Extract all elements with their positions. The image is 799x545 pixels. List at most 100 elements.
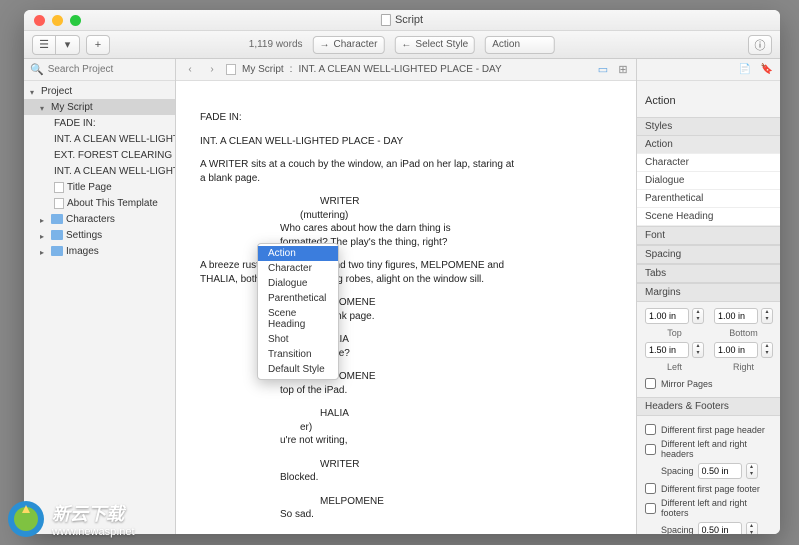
sp-parenthetical: er)	[300, 421, 612, 435]
breadcrumb-scene[interactable]: INT. A CLEAN WELL-LIGHTED PLACE - DAY	[298, 64, 501, 75]
watermark: 新云下载 www.newasp.net	[6, 499, 135, 539]
margin-left-input[interactable]	[645, 342, 689, 358]
margin-right-label: Right	[714, 362, 773, 372]
editor-area: ‹ › My Script : INT. A CLEAN WELL-LIGHTE…	[176, 59, 636, 534]
diff-first-footer-checkbox[interactable]	[645, 483, 656, 494]
context-menu-item[interactable]: Shot	[258, 332, 338, 347]
layout-button[interactable]: ▾	[56, 35, 80, 55]
context-menu-item[interactable]: Action	[258, 246, 338, 261]
footer-spacing-input[interactable]	[698, 522, 742, 534]
tree-doc[interactable]: INT. A CLEAN WELL-LIGHT…	[24, 131, 175, 147]
notes-tab-icon[interactable]: 📄	[738, 63, 752, 77]
margin-left-label: Left	[645, 362, 704, 372]
tree-root[interactable]: Project	[24, 83, 175, 99]
index-card-icon[interactable]: ▭	[596, 63, 610, 77]
sidebar-toggle-button[interactable]: ☰	[32, 35, 56, 55]
style-item[interactable]: Character	[637, 154, 780, 172]
sp-action: top of the iPad.	[280, 384, 480, 398]
margin-right-input[interactable]	[714, 342, 758, 358]
tree-folder[interactable]: Characters	[24, 211, 175, 227]
margin-left-stepper[interactable]: ▴▾	[645, 342, 704, 358]
stepper-buttons[interactable]: ▴▾	[692, 308, 704, 324]
font-section-header[interactable]: Font	[637, 226, 780, 245]
margin-bottom-label: Bottom	[714, 328, 773, 338]
tree-folder[interactable]: My Script	[24, 99, 175, 115]
tree-doc[interactable]: EXT. FOREST CLEARING - DAY	[24, 147, 175, 163]
stepper-buttons[interactable]: ▴▾	[692, 342, 704, 358]
context-menu-item[interactable]: Scene Heading	[258, 306, 338, 332]
inspector-tabs: 📄 🔖	[637, 59, 780, 81]
element-selector[interactable]: Action	[485, 36, 555, 54]
context-menu-item[interactable]: Transition	[258, 347, 338, 362]
watermark-logo-icon	[6, 499, 46, 539]
titlebar: Script	[24, 10, 780, 31]
margins-section-header[interactable]: Margins	[637, 283, 780, 302]
stepper-buttons[interactable]: ▴▾	[746, 463, 758, 479]
sp-dialogue: u're not writing,	[280, 434, 480, 448]
style-item[interactable]: Parenthetical	[637, 190, 780, 208]
styles-section-header[interactable]: Styles	[637, 117, 780, 136]
stepper-buttons[interactable]: ▴▾	[761, 342, 773, 358]
diff-first-header-checkbox[interactable]	[645, 424, 656, 435]
headers-footers-section-header[interactable]: Headers & Footers	[637, 397, 780, 416]
toolbar-center: 1,119 words →Character ←Select Style Act…	[249, 36, 555, 54]
margin-bottom-stepper[interactable]: ▴▾	[714, 308, 773, 324]
binder-sidebar: 🔍 Project My Script FADE IN: INT. A CLEA…	[24, 59, 176, 534]
tree-doc[interactable]: About This Template	[24, 195, 175, 211]
info-button[interactable]: ⓘ	[748, 35, 772, 55]
style-item[interactable]: Scene Heading	[637, 208, 780, 226]
editor-page[interactable]: FADE IN: INT. A CLEAN WELL-LIGHTED PLACE…	[176, 81, 636, 534]
stepper-buttons[interactable]: ▴▾	[761, 308, 773, 324]
tabs-section-header[interactable]: Tabs	[637, 264, 780, 283]
mirror-pages-checkbox[interactable]	[645, 378, 656, 389]
tree-doc[interactable]: INT. A CLEAN WELL-LIGHT…	[24, 163, 175, 179]
sp-parenthetical: (muttering)	[300, 209, 612, 223]
disclosure-icon[interactable]	[40, 103, 48, 111]
sp-character: MELPOMENE	[320, 495, 612, 509]
margin-top-label: Top	[645, 328, 704, 338]
nav-forward-button[interactable]: ›	[204, 62, 220, 78]
sp-dialogue: So sad.	[280, 508, 480, 522]
context-menu-item[interactable]: Dialogue	[258, 276, 338, 291]
close-button[interactable]	[34, 15, 45, 26]
diff-lr-footer-checkbox[interactable]	[645, 503, 656, 514]
disclosure-icon[interactable]	[40, 247, 48, 255]
header-spacing-input[interactable]	[698, 463, 742, 479]
add-button[interactable]: +	[86, 35, 110, 55]
toolbar: ☰ ▾ + 1,119 words →Character ←Select Sty…	[24, 31, 780, 59]
context-menu-item[interactable]: Character	[258, 261, 338, 276]
maximize-button[interactable]	[70, 15, 81, 26]
app-window: Script ☰ ▾ + 1,119 words →Character ←Sel…	[24, 10, 780, 534]
sp-scene-heading: INT. A CLEAN WELL-LIGHTED PLACE - DAY	[200, 135, 520, 149]
stepper-buttons[interactable]: ▴▾	[746, 522, 758, 534]
style-selector[interactable]: ←Select Style	[394, 36, 475, 54]
disclosure-icon[interactable]	[40, 231, 48, 239]
context-menu-item[interactable]: Parenthetical	[258, 291, 338, 306]
bookmarks-tab-icon[interactable]: 🔖	[760, 63, 774, 77]
margin-right-stepper[interactable]: ▴▾	[714, 342, 773, 358]
search-input[interactable]	[48, 64, 180, 75]
tree-doc[interactable]: FADE IN:	[24, 115, 175, 131]
style-item[interactable]: Action	[637, 136, 780, 154]
margin-bottom-input[interactable]	[714, 308, 758, 324]
section-selector[interactable]: →Character	[313, 36, 385, 54]
split-view-icon[interactable]: ⊞	[616, 63, 630, 77]
minimize-button[interactable]	[52, 15, 63, 26]
tree-doc[interactable]: Title Page	[24, 179, 175, 195]
window-title: Script	[381, 14, 423, 26]
page-icon	[226, 64, 236, 75]
tree-folder[interactable]: Settings	[24, 227, 175, 243]
tree-folder[interactable]: Images	[24, 243, 175, 259]
style-item[interactable]: Dialogue	[637, 172, 780, 190]
spacing-section-header[interactable]: Spacing	[637, 245, 780, 264]
diff-lr-header-checkbox[interactable]	[645, 444, 656, 455]
inspector-body: Action Styles Action Character Dialogue …	[637, 81, 780, 534]
sp-character: WRITER	[320, 458, 612, 472]
nav-back-button[interactable]: ‹	[182, 62, 198, 78]
breadcrumb-doc[interactable]: My Script	[242, 64, 284, 75]
context-menu-item[interactable]: Default Style	[258, 362, 338, 377]
margin-top-stepper[interactable]: ▴▾	[645, 308, 704, 324]
disclosure-icon[interactable]	[40, 215, 48, 223]
margin-top-input[interactable]	[645, 308, 689, 324]
disclosure-icon[interactable]	[30, 87, 38, 95]
